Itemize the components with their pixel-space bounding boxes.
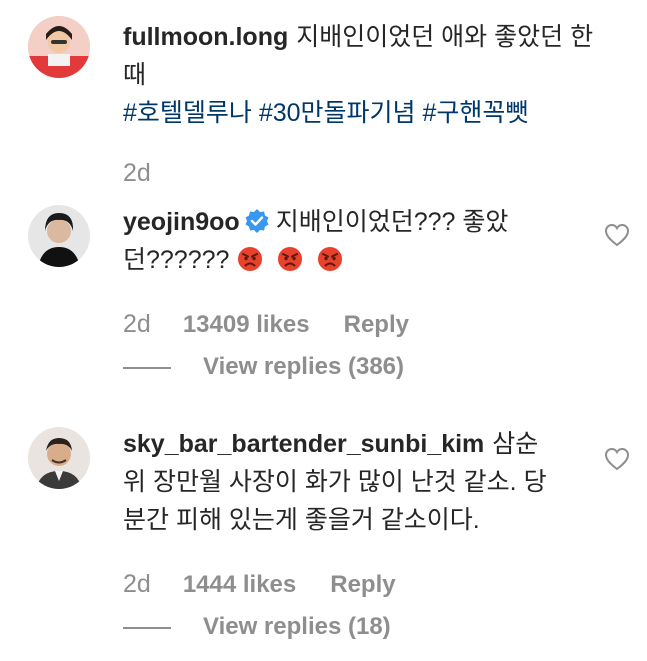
- angry-face-icon: [318, 247, 343, 271]
- avatar-image: [28, 16, 90, 78]
- angry-face-icon: [238, 247, 263, 271]
- comment-meta: 2d 1444 likes Reply: [123, 570, 396, 599]
- comment-text-line1: 삼순: [492, 430, 539, 458]
- replies-divider-line: [123, 626, 171, 629]
- hashtags[interactable]: #호텔델루나 #30만돌파기념 #구핸꼭뺏: [123, 99, 528, 127]
- comment-text-line3: 분간 피해 있는게 좋을거 같소이다.: [123, 506, 480, 534]
- view-replies-button[interactable]: View replies (18): [123, 613, 391, 641]
- comment-text-line2: 던??????: [123, 246, 230, 274]
- reply-button[interactable]: Reply: [330, 571, 395, 598]
- comment-body: yeojin9oo 지배인이었던??? 좋았 던??????: [123, 203, 593, 279]
- reply-button[interactable]: Reply: [344, 311, 409, 338]
- angry-face-icon: [278, 247, 303, 271]
- view-replies-label: View replies (386): [203, 353, 404, 380]
- comment-meta: 2d 13409 likes Reply: [123, 310, 409, 339]
- username[interactable]: sky_bar_bartender_sunbi_kim: [123, 430, 484, 458]
- avatar-image: [28, 427, 90, 489]
- comment-age: 2d: [123, 310, 151, 338]
- comment-body: fullmoon.long 지배인이었던 애와 좋았던 한 때 #호텔델루나 #3…: [123, 18, 623, 132]
- comment-meta: 2d: [123, 159, 151, 188]
- view-replies-label: View replies (18): [203, 613, 391, 640]
- avatar[interactable]: [28, 205, 90, 267]
- comment-age: 2d: [123, 159, 151, 187]
- avatar[interactable]: [28, 16, 90, 78]
- heart-icon[interactable]: [604, 447, 630, 471]
- comment-age: 2d: [123, 570, 151, 598]
- replies-divider-line: [123, 366, 171, 369]
- likes-count[interactable]: 13409 likes: [183, 311, 310, 338]
- likes-count[interactable]: 1444 likes: [183, 571, 296, 598]
- view-replies-button[interactable]: View replies (386): [123, 353, 404, 381]
- comment-text-line1: 지배인이었던 애와 좋았던 한: [296, 23, 594, 51]
- comment-text-line1: 지배인이었던??? 좋았: [275, 208, 509, 236]
- avatar-image: [28, 205, 90, 267]
- username[interactable]: fullmoon.long: [123, 23, 288, 51]
- username[interactable]: yeojin9oo: [123, 208, 240, 236]
- avatar[interactable]: [28, 427, 90, 489]
- verified-badge-icon: [245, 209, 269, 233]
- comment-body: sky_bar_bartender_sunbi_kim 삼순 위 장만월 사장이 …: [123, 425, 603, 539]
- comment-text-line2: 때: [123, 61, 147, 89]
- comment-text-line2: 위 장만월 사장이 화가 많이 난것 같소. 당: [123, 468, 547, 496]
- heart-icon[interactable]: [604, 223, 630, 247]
